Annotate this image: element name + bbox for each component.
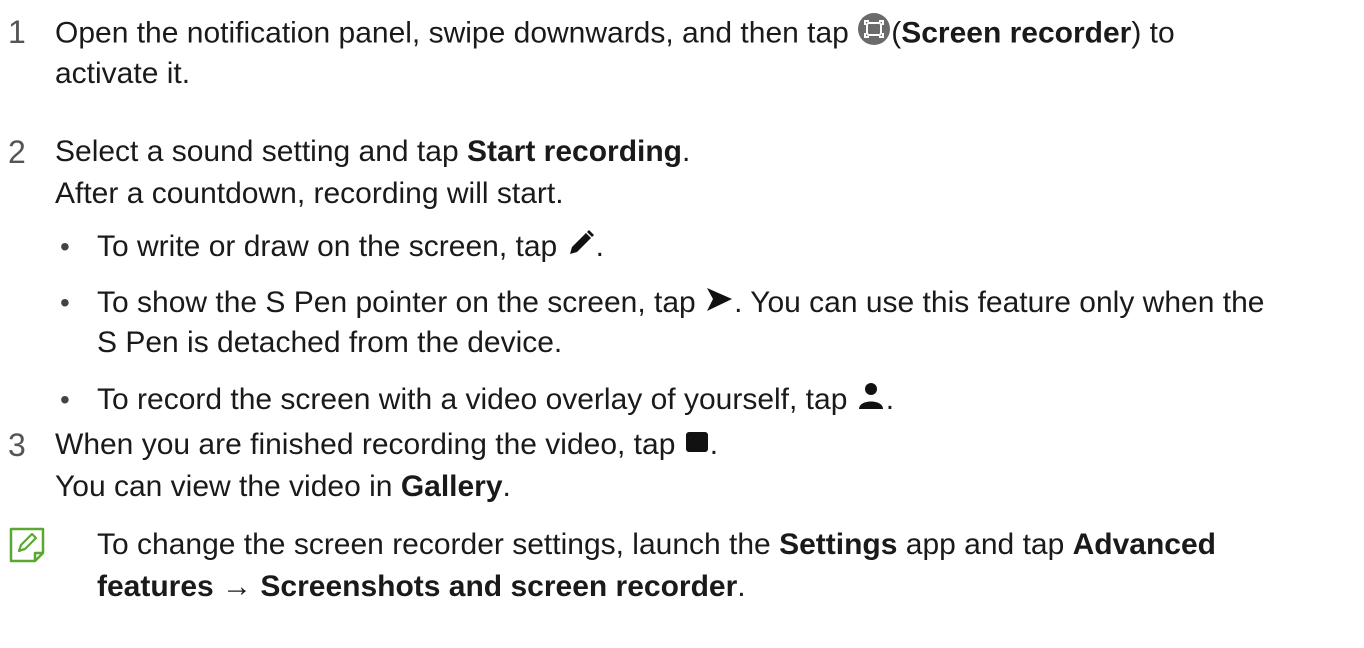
person-icon [856,381,886,422]
bullet-2-line-2: S Pen is detached from the device. [97,326,563,359]
bullet-3-text: To record the screen with a video overla… [97,383,848,416]
note-line-1: To change the screen recorder settings, … [97,525,1216,565]
step-number-2: 2 [8,134,26,170]
step-3-text: When you are finished recording the vide… [55,428,676,461]
bullet-3-symbol: • [60,384,70,415]
settings-label: Settings [779,528,898,561]
bullet-2-text: To show the S Pen pointer on the screen,… [97,286,696,319]
step-2-line-2: After a countdown, recording will start. [55,177,564,210]
step-number-1: 1 [8,14,26,50]
step-3-line-1: When you are finished recording the vide… [55,425,718,466]
step-2-text: Select a sound setting and tap [55,135,459,168]
bullet-1-period: . [595,230,604,263]
step-3-line-2-period: . [502,470,511,503]
advanced-label: Advanced [1072,528,1217,561]
pointer-icon [704,284,734,325]
start-recording-label: Start recording [466,135,683,168]
bullet-1-line: To write or draw on the screen, tap . [97,227,604,269]
step-1-text-end: ) to [1131,16,1175,50]
paren-open: ( [891,16,902,50]
step-number-3: 3 [8,427,26,463]
step-3-line-2-text: You can view the video in [55,470,393,503]
gallery-label: Gallery [400,470,503,503]
note-icon [8,526,46,569]
note-period: . [737,570,746,603]
note-text: To change the screen recorder settings, … [97,528,771,561]
step-3-period: . [709,428,719,461]
bullet-3-line: To record the screen with a video overla… [97,380,894,422]
pen-icon [566,228,596,269]
step-1-line-1: Open the notification panel, swipe downw… [55,12,1175,57]
bullet-3-period: . [885,383,895,416]
step-2-period: . [682,135,691,168]
bullet-2-symbol: • [60,287,70,318]
note-text-mid: app and tap [905,528,1065,561]
step-3-line-2: You can view the video in Gallery. [55,467,511,507]
bullet-2-line-1: To show the S Pen pointer on the screen,… [97,283,1264,325]
screen-recorder-icon [857,12,891,57]
screenshots-path-label: features → Screenshots and screen record… [97,570,738,603]
step-1-text: Open the notification panel, swipe downw… [55,16,849,50]
bullet-2-text-end: . You can use this feature only when the [734,286,1265,319]
screen-recorder-label: Screen recorder [901,16,1132,50]
stop-icon [684,426,710,466]
step-1-line-2: activate it. [55,57,191,90]
bullet-1-text: To write or draw on the screen, tap [97,230,558,263]
bullet-1-symbol: • [60,231,70,262]
note-line-2: features → Screenshots and screen record… [97,567,746,607]
step-2-line-1: Select a sound setting and tap Start rec… [55,132,690,172]
